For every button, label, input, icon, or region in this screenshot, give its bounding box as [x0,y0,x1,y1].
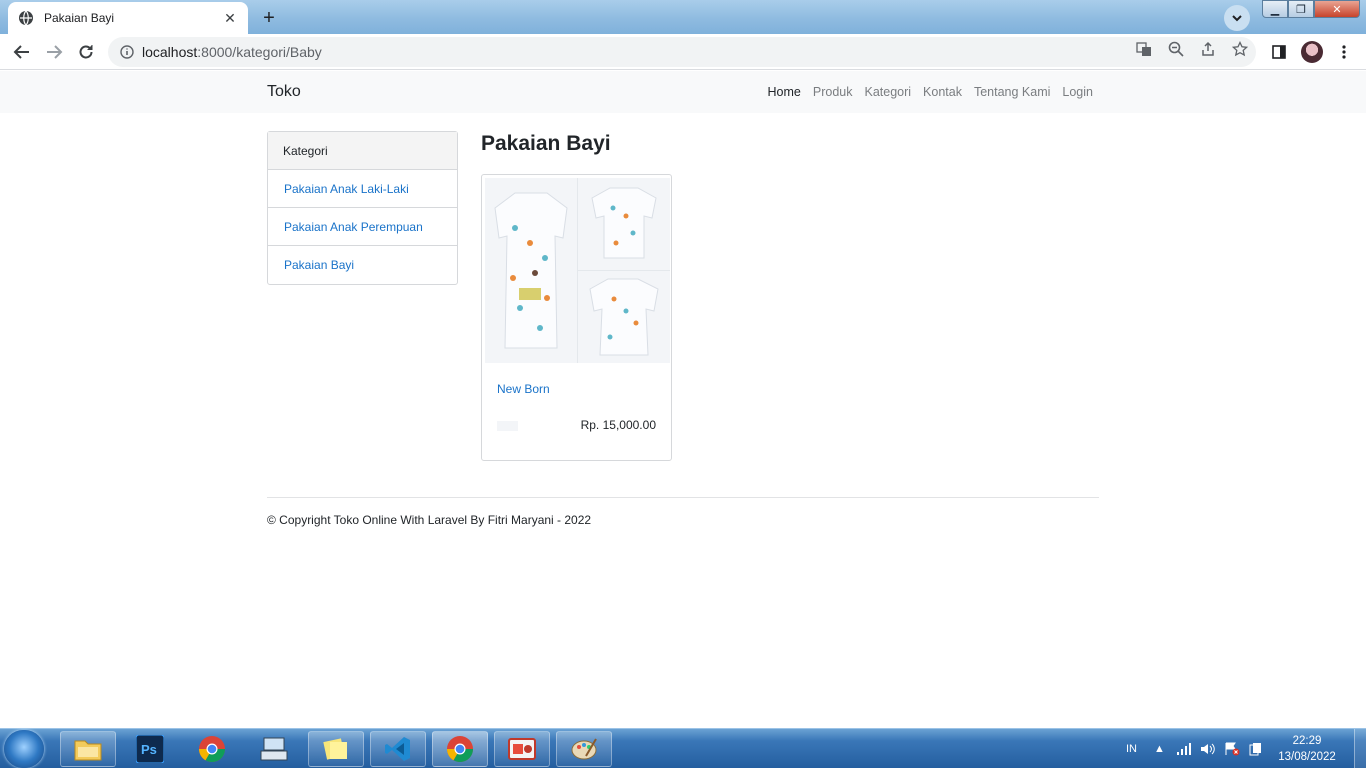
vscode-icon [385,737,410,761]
keyboard-icon [260,737,288,761]
svg-text:Ps: Ps [141,742,157,757]
product-photo-panel [578,271,670,363]
share-icon[interactable] [1197,38,1219,60]
close-window-button[interactable]: ✕ [1314,0,1360,18]
maximize-button[interactable]: ❐ [1288,0,1314,18]
zoom-icon[interactable] [1165,38,1187,60]
chrome-icon [446,736,474,763]
arrow-left-icon [13,45,29,59]
tab-search-button[interactable] [1224,5,1250,31]
screen-recorder-icon [508,738,536,760]
nav-login[interactable]: Login [1062,85,1093,99]
taskbar-chrome[interactable] [184,731,240,767]
taskbar-vscode[interactable] [370,731,426,767]
tray-clock[interactable]: 22:29 13/08/2022 [1276,733,1338,765]
info-icon [120,45,134,59]
side-panel-icon[interactable] [1265,38,1293,66]
signal-icon[interactable] [1176,729,1192,768]
product-name-link[interactable]: New Born [497,382,550,396]
minimize-button[interactable]: ▁ [1262,0,1288,18]
nav-tentang-kami[interactable]: Tentang Kami [974,85,1050,99]
product-price: Rp. 15,000.00 [580,418,656,432]
taskbar-photoshop[interactable]: Ps [122,731,178,767]
chrome-icon [198,736,226,763]
category-link-bayi[interactable]: Pakaian Bayi [268,246,457,284]
clock-time: 22:29 [1292,735,1322,747]
taskbar-file-explorer[interactable] [60,731,116,767]
category-list: Pakaian Anak Laki-Laki Pakaian Anak Pere… [268,170,457,284]
windows-taskbar: Ps IN ▲ 22:29 13/08/2022 [0,728,1366,768]
tray-expand-icon[interactable]: ▲ [1154,729,1165,768]
product-card: New Born Rp. 15,000.00 [481,174,672,461]
show-desktop-button[interactable] [1354,729,1366,768]
url-path: :8000/kategori/Baby [197,44,322,60]
browser-tab[interactable]: Pakaian Bayi ✕ [8,2,248,34]
paint-palette-icon [571,738,597,760]
flag-alert-icon[interactable] [1224,729,1240,768]
product-photo-panel [578,178,670,270]
profile-avatar[interactable] [1298,38,1326,66]
start-button[interactable] [4,730,44,768]
sticky-notes-icon [323,738,347,760]
tab-close-icon[interactable]: ✕ [222,10,238,26]
volume-icon[interactable] [1200,729,1216,768]
tab-title: Pakaian Bayi [44,11,115,25]
nav-home[interactable]: Home [768,85,801,99]
arrow-right-icon [47,45,63,59]
web-page: Toko Home Produk Kategori Kontak Tentang… [0,71,1366,728]
site-navbar: Toko Home Produk Kategori Kontak Tentang… [0,71,1366,113]
taskbar-keyboard[interactable] [246,731,302,767]
translate-icon[interactable] [1133,38,1155,60]
device-icon[interactable] [1248,729,1262,768]
taskbar-chrome-active[interactable] [432,731,488,767]
nav-links: Home Produk Kategori Kontak Tentang Kami… [768,85,1093,99]
taskbar-screen-recorder[interactable] [494,731,550,767]
reload-button[interactable] [72,38,100,66]
category-sidebar: Kategori Pakaian Anak Laki-Laki Pakaian … [267,131,458,285]
category-link-anak-laki-laki[interactable]: Pakaian Anak Laki-Laki [268,170,457,208]
product-badge [497,421,518,431]
browser-toolbar: localhost:8000/kategori/Baby [0,34,1366,70]
product-photo-panel [485,178,577,363]
globe-icon [19,10,33,26]
nav-produk[interactable]: Produk [813,85,853,99]
folder-icon [74,740,102,761]
browser-titlebar: Pakaian Bayi ✕ + ▁ ❐ ✕ [0,0,1366,34]
sidebar-header: Kategori [268,132,457,170]
new-tab-button[interactable]: + [256,5,282,31]
photoshop-icon: Ps [136,735,164,763]
menu-kebab-icon[interactable] [1330,38,1358,66]
product-image[interactable] [485,178,670,363]
avatar [1301,41,1323,63]
url-host: localhost [142,44,198,60]
footer-copyright: © Copyright Toko Online With Laravel By … [267,513,592,527]
taskbar-paint[interactable] [556,731,612,767]
tray-language[interactable]: IN [1126,729,1137,768]
site-brand[interactable]: Toko [267,83,301,101]
footer-divider [267,497,1099,498]
nav-kategori[interactable]: Kategori [864,85,911,99]
taskbar-sticky-notes[interactable] [308,731,364,767]
page-title: Pakaian Bayi [481,132,611,155]
back-button[interactable] [8,38,36,66]
bookmark-star-icon[interactable] [1229,38,1251,60]
category-link-anak-perempuan[interactable]: Pakaian Anak Perempuan [268,208,457,246]
nav-kontak[interactable]: Kontak [923,85,962,99]
clock-date: 13/08/2022 [1278,751,1336,763]
forward-button[interactable] [40,38,68,66]
chevron-down-icon [1232,15,1242,22]
address-bar[interactable]: localhost:8000/kategori/Baby [108,37,1256,67]
reload-icon [79,45,93,59]
